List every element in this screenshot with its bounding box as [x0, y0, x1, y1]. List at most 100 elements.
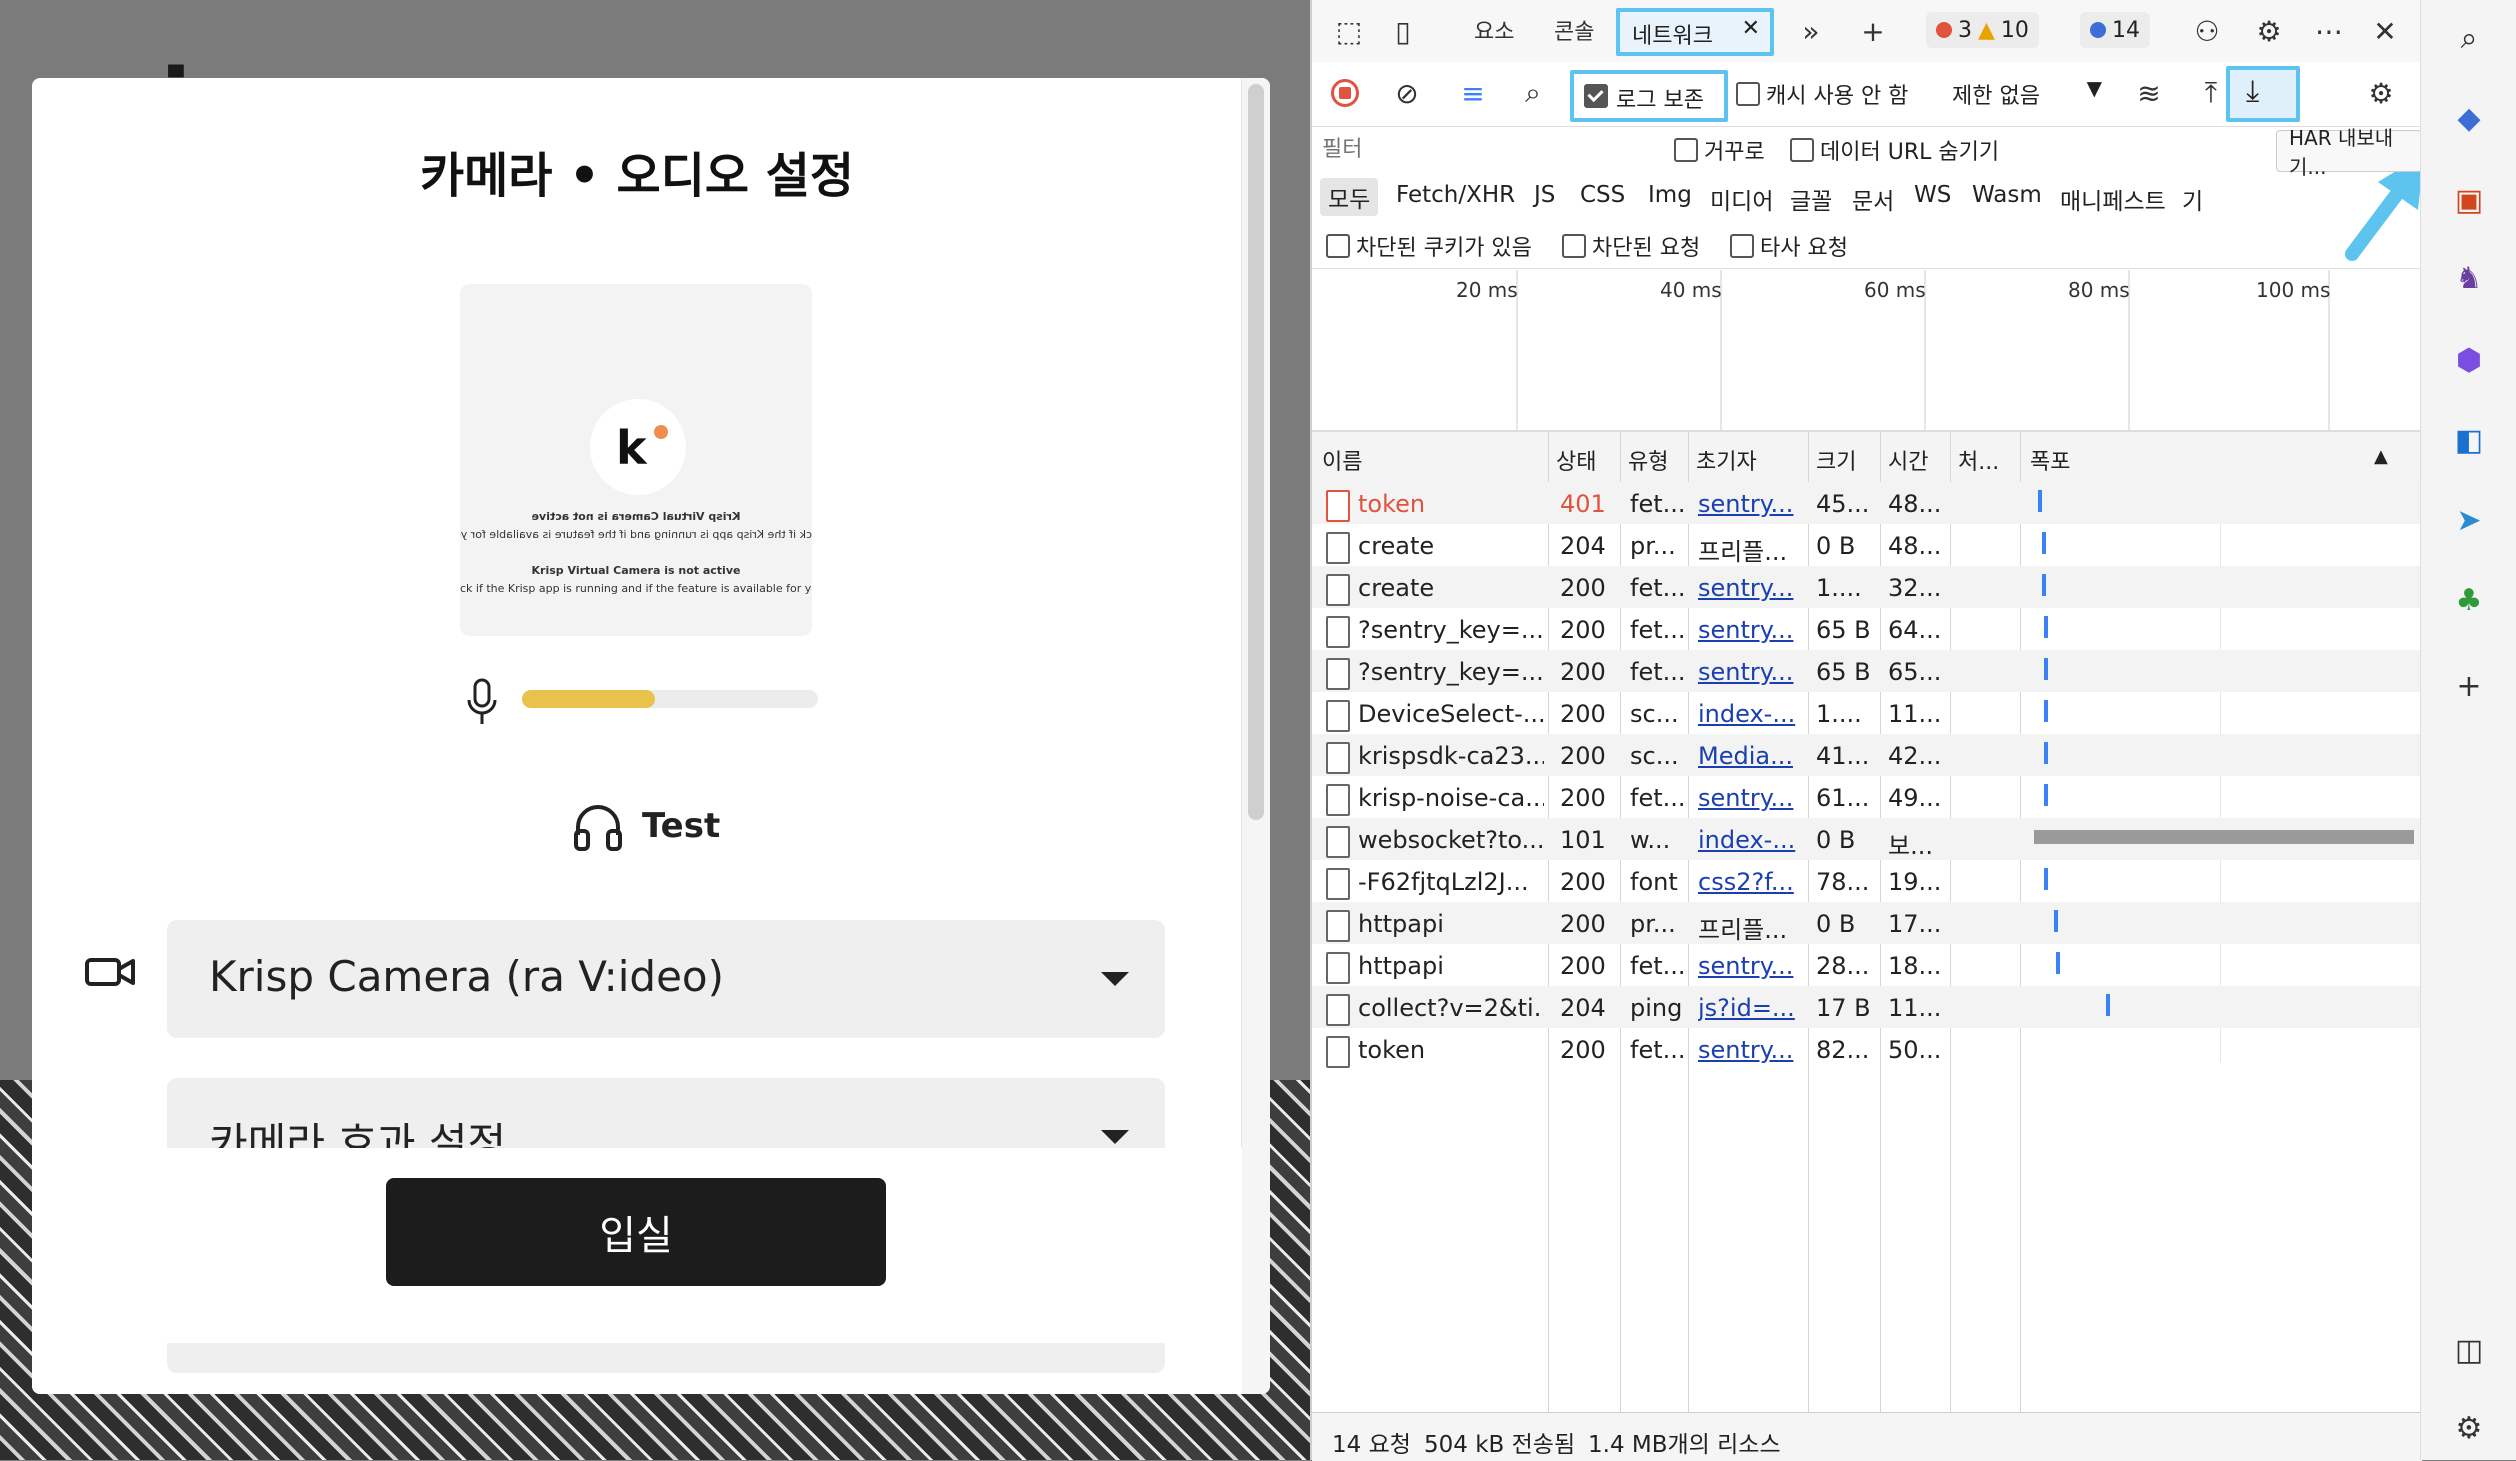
- preserve-log-check[interactable]: [1584, 84, 1608, 108]
- request-row[interactable]: create 204 pr... 프리플... 0 B 48...: [1312, 524, 2422, 566]
- request-row[interactable]: token 200 fet... sentry... 82... 50...: [1312, 1028, 2422, 1070]
- type-other[interactable]: 기: [2182, 182, 2203, 216]
- close-devtools-icon[interactable]: ✕: [2362, 8, 2408, 54]
- request-initiator[interactable]: sentry...: [1698, 574, 1802, 602]
- video-camera-icon: [85, 958, 135, 986]
- export-har-button[interactable]: ⤓: [2226, 66, 2300, 122]
- request-row[interactable]: token 401 fet... sentry... 45... 48...: [1312, 482, 2422, 524]
- device-emulation-icon[interactable]: ▯: [1380, 8, 1426, 54]
- request-status: 101: [1560, 826, 1606, 854]
- request-initiator[interactable]: sentry...: [1698, 616, 1802, 644]
- third-party-checkbox[interactable]: [1730, 234, 1754, 258]
- request-row[interactable]: krisp-noise-ca... 200 fet... sentry... 61...…: [1312, 776, 2422, 818]
- tab-elements[interactable]: 요소: [1474, 14, 1514, 46]
- settings-icon[interactable]: ⚙: [2246, 8, 2292, 54]
- column-time[interactable]: 시간: [1888, 444, 1928, 476]
- hide-data-urls-checkbox[interactable]: [1790, 138, 1814, 162]
- add-icon[interactable]: +: [2449, 666, 2489, 706]
- record-icon[interactable]: [1322, 70, 1368, 116]
- tree-icon[interactable]: ♣: [2449, 580, 2489, 620]
- column-status[interactable]: 상태: [1556, 444, 1596, 476]
- request-row[interactable]: -F62fjtqLzl2J... 200 font css2?f... 78... 19.…: [1312, 860, 2422, 902]
- request-time: 11...: [1888, 700, 1942, 728]
- request-row[interactable]: ?sentry_key=... 200 fet... sentry... 65 B 64.…: [1312, 608, 2422, 650]
- type-css[interactable]: CSS: [1580, 182, 1625, 208]
- type-ws[interactable]: WS: [1914, 182, 1951, 208]
- tag-icon[interactable]: ◆: [2449, 98, 2489, 138]
- copilot-icon[interactable]: ⬢: [2449, 340, 2489, 380]
- request-row[interactable]: DeviceSelect-... 200 sc... index-... 1.... 11…: [1312, 692, 2422, 734]
- invert-checkbox[interactable]: [1674, 138, 1698, 162]
- outlook-icon[interactable]: ◧: [2449, 420, 2489, 460]
- more-tabs-icon[interactable]: »: [1788, 8, 1834, 54]
- request-initiator[interactable]: index-...: [1698, 826, 1802, 854]
- issues-badge[interactable]: 14: [2080, 12, 2150, 48]
- column-waterfall[interactable]: 폭포: [2030, 444, 2070, 476]
- timeline-overview[interactable]: 20 ms 40 ms 60 ms 80 ms 100 ms: [1312, 270, 2422, 432]
- briefcase-icon[interactable]: ▣: [2449, 180, 2489, 220]
- type-manifest[interactable]: 매니페스트: [2060, 182, 2166, 216]
- request-initiator[interactable]: css2?f...: [1698, 868, 1802, 896]
- tab-network[interactable]: 네트워크 ✕: [1616, 8, 1774, 56]
- split-view-icon[interactable]: ◫: [2449, 1330, 2489, 1370]
- search-icon[interactable]: ⌕: [1510, 70, 1556, 116]
- column-size[interactable]: 크기: [1816, 444, 1856, 476]
- filter-icon[interactable]: ≡: [1450, 70, 1496, 116]
- filter-input[interactable]: [1320, 132, 1654, 166]
- modal-scrollbar[interactable]: [1248, 84, 1264, 820]
- request-initiator[interactable]: index-...: [1698, 700, 1802, 728]
- network-settings-icon[interactable]: ⚙: [2358, 70, 2404, 116]
- request-row[interactable]: krispsdk-ca23... 200 sc... Media... 41... 42.…: [1312, 734, 2422, 776]
- request-initiator[interactable]: sentry...: [1698, 658, 1802, 686]
- type-wasm[interactable]: Wasm: [1972, 182, 2042, 208]
- column-type[interactable]: 유형: [1628, 444, 1668, 476]
- more-options-icon[interactable]: ⋯: [2306, 8, 2352, 54]
- disable-cache-checkbox[interactable]: [1736, 82, 1760, 106]
- request-time: 50...: [1888, 1036, 1942, 1064]
- request-row[interactable]: httpapi 200 pr... 프리플... 0 B 17...: [1312, 902, 2422, 944]
- network-share-icon[interactable]: ⚇: [2184, 8, 2230, 54]
- network-conditions-icon[interactable]: ≋: [2126, 70, 2172, 116]
- throttle-select[interactable]: 제한 없음 ▼: [1942, 72, 2112, 112]
- error-badge[interactable]: 3 ▲ 10: [1926, 12, 2039, 48]
- request-type: fet...: [1630, 1036, 1684, 1064]
- request-row[interactable]: ?sentry_key=... 200 fet... sentry... 65 B 65.…: [1312, 650, 2422, 692]
- column-priority[interactable]: 처...: [1958, 444, 1999, 476]
- type-img[interactable]: Img: [1648, 182, 1692, 208]
- blocked-requests-checkbox[interactable]: [1562, 234, 1586, 258]
- type-js[interactable]: JS: [1534, 182, 1555, 208]
- request-initiator[interactable]: sentry...: [1698, 490, 1802, 518]
- column-initiator[interactable]: 초기자: [1696, 444, 1757, 476]
- enter-room-button[interactable]: 입실: [386, 1178, 886, 1286]
- settings-icon[interactable]: ⚙: [2449, 1408, 2489, 1448]
- type-media[interactable]: 미디어: [1710, 182, 1773, 216]
- add-tab-icon[interactable]: +: [1850, 8, 1896, 54]
- blocked-cookies-checkbox[interactable]: [1326, 234, 1350, 258]
- request-initiator[interactable]: sentry...: [1698, 952, 1802, 980]
- camera-select[interactable]: Krisp Camera (ra V:ideo): [167, 920, 1165, 1038]
- inspect-element-icon[interactable]: ⬚: [1326, 8, 1372, 54]
- type-all[interactable]: 모두: [1320, 178, 1379, 216]
- type-font[interactable]: 글꼴: [1790, 182, 1832, 216]
- sort-ascending-icon[interactable]: ▲: [2374, 446, 2388, 467]
- request-row[interactable]: collect?v=2&ti... 204 ping js?id=... 17 B 11.…: [1312, 986, 2422, 1028]
- type-doc[interactable]: 문서: [1852, 182, 1894, 216]
- send-icon[interactable]: ➤: [2449, 500, 2489, 540]
- clear-icon[interactable]: ⊘: [1384, 70, 1430, 116]
- tab-console[interactable]: 콘솔: [1554, 14, 1594, 46]
- search-icon[interactable]: ⌕: [2449, 18, 2489, 58]
- column-name[interactable]: 이름: [1322, 444, 1362, 476]
- preserve-log-checkbox[interactable]: 로그 보존: [1570, 70, 1728, 122]
- request-time: 18...: [1888, 952, 1942, 980]
- request-row[interactable]: httpapi 200 fet... sentry... 28... 18...: [1312, 944, 2422, 986]
- type-fetch-xhr[interactable]: Fetch/XHR: [1396, 182, 1515, 208]
- request-initiator[interactable]: Media...: [1698, 742, 1802, 770]
- request-row[interactable]: create 200 fet... sentry... 1.... 32...: [1312, 566, 2422, 608]
- request-row[interactable]: websocket?to... 101 w... index-... 0 B 보...: [1312, 818, 2422, 860]
- request-initiator[interactable]: sentry...: [1698, 784, 1802, 812]
- chess-icon[interactable]: ♞: [2449, 258, 2489, 298]
- speaker-test-button[interactable]: Test: [572, 798, 720, 854]
- close-icon[interactable]: ✕: [1742, 16, 1760, 41]
- request-initiator[interactable]: js?id=...: [1698, 994, 1802, 1022]
- request-initiator[interactable]: sentry...: [1698, 1036, 1802, 1064]
